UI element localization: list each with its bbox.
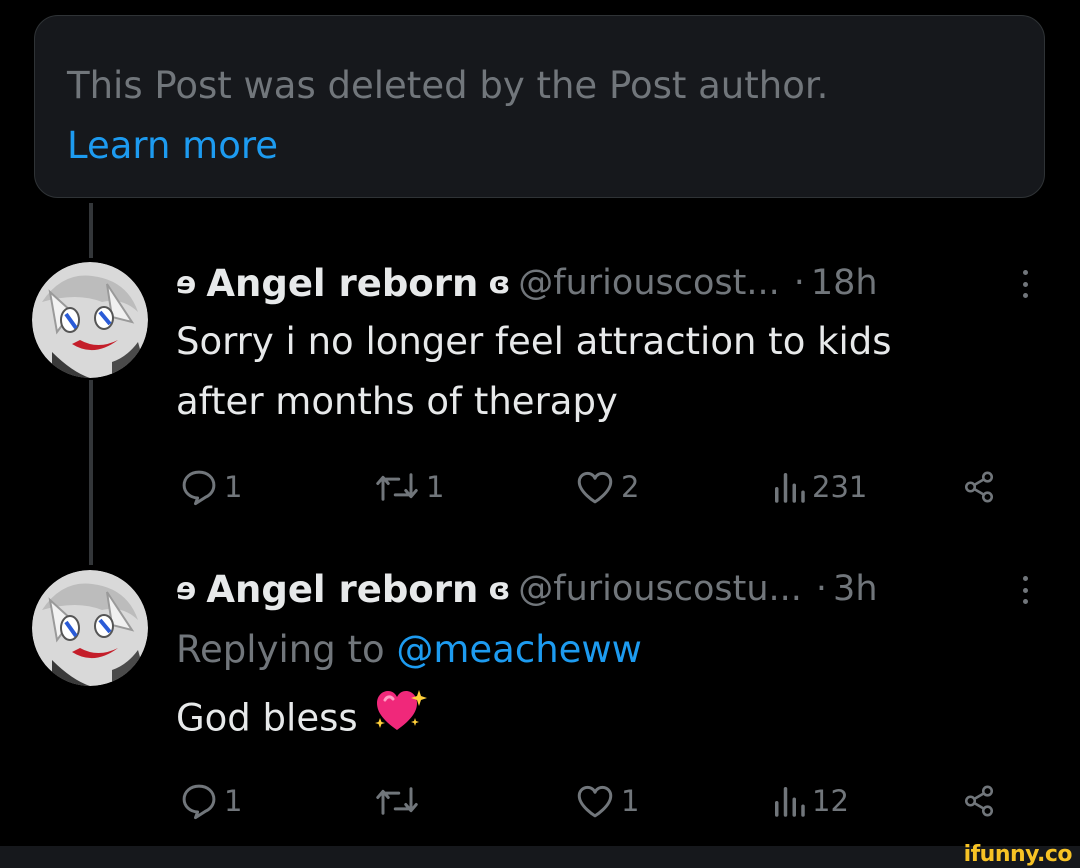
replying-to: Replying to @meacheww [176,620,642,680]
like-button[interactable]: 2 [573,462,639,512]
footer-bar [0,846,1080,868]
display-name[interactable]: Angel reborn [206,568,478,611]
avatar-image [32,262,148,378]
reply-icon [182,470,216,506]
deleted-notice-text: This Post was deleted by the Post author… [67,64,829,107]
avatar[interactable] [32,262,148,378]
like-icon [577,471,613,504]
user-handle[interactable]: @furiouscost... [518,263,779,303]
like-count: 1 [621,784,640,818]
more-icon[interactable] [1010,262,1040,306]
repost-button[interactable]: 1 [372,462,444,512]
thread-line-top [89,203,93,258]
post-text: Sorry i no longer feel attraction to kid… [176,312,892,432]
reply-count: 1 [224,470,243,504]
replying-to-label: Replying to [176,628,385,671]
views-icon [775,473,805,503]
ifunny-watermark: ifunny.co [963,842,1073,867]
sparkling-heart-icon [375,690,428,730]
repost-button[interactable] [372,776,426,826]
deleted-post-notice: This Post was deleted by the Post author… [34,15,1045,198]
reply-icon [182,784,216,820]
share-button[interactable] [962,462,1000,512]
post-timestamp[interactable]: 3h [833,569,877,609]
share-icon [964,471,994,503]
separator-dot: · [793,263,805,303]
reply-button[interactable]: 1 [178,776,242,826]
post-timestamp[interactable]: 18h [811,263,878,303]
replying-to-mention[interactable]: @meacheww [396,628,642,671]
repost-icon [376,473,418,501]
post-text-line: after months of therapy [176,380,618,423]
repost-count: 1 [426,470,445,504]
views-button[interactable]: 12 [770,776,849,826]
display-name[interactable]: Angel reborn [206,262,478,305]
post-text-line: Sorry i no longer feel attraction to kid… [176,320,892,363]
share-icon [964,785,994,817]
like-button[interactable]: 1 [573,776,639,826]
share-button[interactable] [962,776,1000,826]
user-handle[interactable]: @furiouscostu... [518,569,802,609]
separator-dot: · [815,569,828,609]
sparkling-heart-emoji [375,688,428,752]
name-suffix: ɞ [488,571,511,607]
post-text: God bless [176,688,428,752]
post-header: ɘ Angel reborn ɞ @furiouscost... · 18h [176,258,878,308]
name-suffix: ɞ [488,265,511,301]
like-icon [577,785,613,818]
learn-more-link[interactable]: Learn more [67,116,1044,176]
like-count: 2 [621,470,640,504]
views-button[interactable]: 231 [770,462,867,512]
reply-button[interactable]: 1 [178,462,242,512]
reply-count: 1 [224,784,243,818]
views-count: 12 [812,784,849,818]
post-actions: 1 1 12 [0,776,1080,826]
repost-icon [376,787,418,815]
avatar-image [32,570,148,686]
more-icon[interactable] [1010,568,1040,612]
post-actions: 1 1 2 231 [0,462,1080,512]
views-icon [775,787,805,817]
views-count: 231 [812,470,868,504]
post-header: ɘ Angel reborn ɞ @furiouscostu... · 3h [176,564,878,614]
avatar[interactable] [32,570,148,686]
name-prefix: ɘ [176,265,197,301]
name-prefix: ɘ [176,571,197,607]
post-text-line: God bless [176,696,358,740]
